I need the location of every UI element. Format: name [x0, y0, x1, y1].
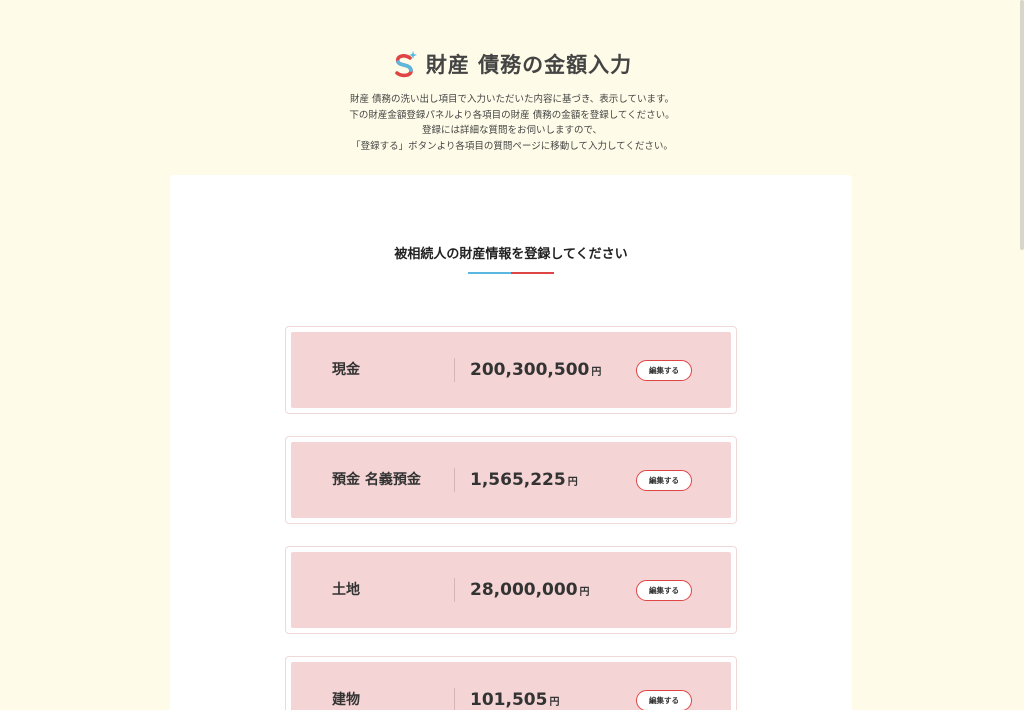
edit-button[interactable]: 編集する [636, 470, 692, 491]
page-header: 財産 債務の金額入力 財産 債務の洗い出し項目で入力いただいた内容に基づき、表示… [0, 48, 1024, 154]
intro-line: 登録には詳細な質問をお伺いしますので、 [421, 125, 603, 136]
divider [454, 688, 455, 710]
amount-unit: 円 [549, 697, 560, 708]
asset-card-cash: 現金 200,300,500 円 編集する [285, 326, 737, 414]
amount-value: 101,505 [470, 690, 548, 710]
asset-card-deposit: 預金 名義預金 1,565,225 円 編集する [285, 436, 737, 524]
edit-button[interactable]: 編集する [636, 360, 692, 381]
asset-amount: 1,565,225 円 [470, 442, 578, 518]
intro-line: 下の財産金額登録パネルより各項目の財産 債務の金額を登録してください。 [349, 109, 675, 121]
divider [454, 468, 455, 492]
asset-registration-panel: 被相続人の財産情報を登録してください 現金 200,300,500 円 編集する … [170, 175, 852, 710]
asset-card-land: 土地 28,000,000 円 編集する [285, 546, 737, 634]
asset-name: 建物 [332, 692, 360, 708]
page-title: 財産 債務の金額入力 [425, 53, 633, 77]
edit-button[interactable]: 編集する [636, 580, 692, 601]
asset-name: 預金 名義預金 [332, 472, 421, 488]
amount-unit: 円 [591, 367, 602, 378]
amount-value: 1,565,225 [470, 470, 566, 490]
amount-value: 200,300,500 [470, 360, 590, 380]
intro-line: 財産 債務の洗い出し項目で入力いただいた内容に基づき、表示しています。 [349, 94, 675, 105]
heading-underline [468, 272, 554, 274]
intro-text: 財産 債務の洗い出し項目で入力いただいた内容に基づき、表示しています。 下の財産… [0, 92, 1024, 154]
intro-line: 「登録する」ボタンより各項目の質問ページに移動して入力してください。 [351, 140, 673, 152]
asset-card-inner: 建物 101,505 円 編集する [291, 662, 731, 710]
amount-unit: 円 [579, 587, 590, 598]
asset-amount: 200,300,500 円 [470, 332, 601, 408]
s-logo-icon [392, 50, 418, 78]
page: 財産 債務の金額入力 財産 債務の洗い出し項目で入力いただいた内容に基づき、表示… [0, 0, 1024, 710]
asset-amount: 28,000,000 円 [470, 552, 590, 628]
panel-heading: 被相続人の財産情報を登録してください [394, 247, 628, 262]
asset-card-inner: 預金 名義預金 1,565,225 円 編集する [291, 442, 731, 518]
asset-card-inner: 現金 200,300,500 円 編集する [291, 332, 731, 408]
asset-card-building: 建物 101,505 円 編集する [285, 656, 737, 710]
asset-name: 土地 [332, 582, 360, 598]
asset-amount: 101,505 円 [470, 662, 559, 710]
divider [454, 358, 455, 382]
amount-value: 28,000,000 [470, 580, 578, 600]
divider [454, 578, 455, 602]
title-row: 財産 債務の金額入力 [0, 48, 1024, 80]
edit-button[interactable]: 編集する [636, 690, 692, 710]
asset-name: 現金 [332, 362, 360, 378]
asset-card-inner: 土地 28,000,000 円 編集する [291, 552, 731, 628]
amount-unit: 円 [567, 477, 578, 488]
